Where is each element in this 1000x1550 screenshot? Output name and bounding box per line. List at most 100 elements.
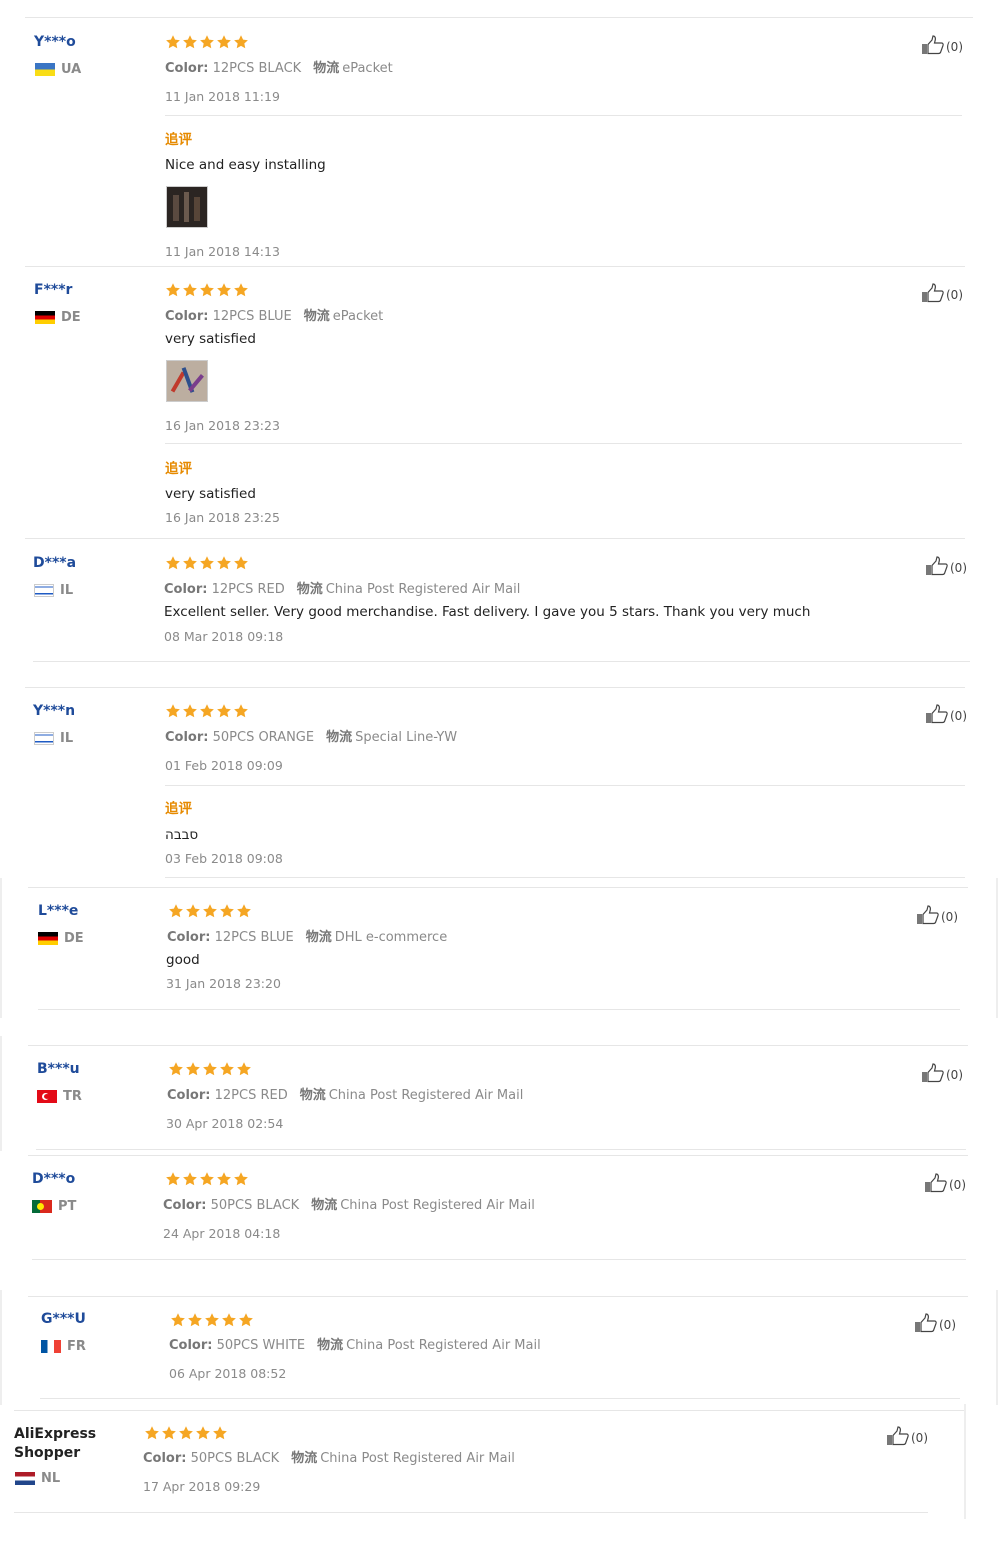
order-attributes: Color: 50PCS BLACK 物流 China Post Registere… [143,1451,515,1466]
review-text: good [166,952,200,968]
rating-stars [165,1171,249,1191]
followup-label: 追评 [165,461,192,477]
star-icon [216,34,232,54]
like-button[interactable]: (0) [916,905,958,928]
review-date: 31 Jan 2018 23:20 [166,976,281,991]
review-date: 30 Apr 2018 02:54 [166,1116,284,1131]
reviewer-name-line: AliExpress [14,1426,97,1442]
reviewer-country: NL [15,1471,60,1486]
review-date: 08 Mar 2018 09:18 [164,629,284,644]
flag-il-icon [34,584,54,597]
rating-stars [170,1312,254,1332]
like-button[interactable]: (0) [925,556,967,579]
like-button[interactable]: (0) [914,1313,956,1336]
star-icon [236,903,252,923]
reviewer-country: TR [37,1089,82,1104]
followup-text: very satisfied [165,486,256,502]
order-attributes: Color: 12PCS BLUE 物流 ePacket [165,309,384,324]
star-icon [199,34,215,54]
review-divider [165,877,965,878]
order-attributes: Color: 12PCS BLUE 物流 DHL e-commerce [167,930,448,945]
flag-nl-icon [15,1472,35,1485]
rating-stars [165,34,249,54]
thumbs-up-icon [921,35,946,58]
flag-tr-icon [37,1090,57,1103]
star-icon [238,1312,254,1332]
review-date: 16 Jan 2018 23:23 [165,418,280,433]
review-divider [28,1155,968,1156]
reviewer-country: DE [38,931,84,946]
star-icon [165,34,181,54]
star-icon [233,703,249,723]
reviewer-name: AliExpress Shopper [14,1425,96,1463]
star-icon [233,34,249,54]
review-photo[interactable] [166,186,208,228]
like-button[interactable]: (0) [925,704,967,727]
reviewer-name: Y***o [34,34,76,50]
review-divider [25,538,965,539]
followup-date: 11 Jan 2018 14:13 [165,244,280,259]
star-icon [233,555,249,575]
like-button[interactable]: (0) [924,1173,966,1196]
star-icon [161,1425,177,1445]
star-icon [216,703,232,723]
star-icon [202,903,218,923]
star-icon [216,1171,232,1191]
reviewer-name: Y***n [33,703,76,719]
star-icon [165,282,181,302]
star-icon [182,703,198,723]
followup-date: 16 Jan 2018 23:25 [165,510,280,525]
flag-pt-icon [32,1200,52,1213]
flag-fr-icon [41,1340,61,1353]
star-icon [199,555,215,575]
star-icon [185,1061,201,1081]
star-icon [170,1312,186,1332]
star-icon [236,1061,252,1081]
reviewer-country: UA [35,62,81,77]
followup-date: 03 Feb 2018 09:08 [165,851,283,866]
reviewer-country: IL [34,583,73,598]
screenshot-edge [0,1036,2,1151]
review-divider [38,1009,960,1010]
reviewer-name-line: Shopper [14,1445,81,1461]
review-divider [25,266,965,267]
reviewer-country: FR [41,1339,86,1354]
followup-text: Nice and easy installing [165,157,326,173]
reviewer-name: L***e [38,903,79,919]
rating-stars [168,1061,252,1081]
reviewer-name: F***r [34,282,73,298]
star-icon [165,703,181,723]
star-icon [195,1425,211,1445]
like-button[interactable]: (0) [921,1063,963,1086]
flag-il-icon [34,732,54,745]
star-icon [233,282,249,302]
review-divider [14,1512,928,1513]
like-button[interactable]: (0) [886,1426,928,1449]
review-divider [28,1045,968,1046]
review-text: very satisfied [165,331,256,347]
flag-ua-icon [35,63,55,76]
rating-stars [168,903,252,923]
order-attributes: Color: 12PCS RED 物流 China Post Registered … [164,582,521,597]
star-icon [219,903,235,923]
review-date: 01 Feb 2018 09:09 [165,758,283,773]
star-icon [185,903,201,923]
like-button[interactable]: (0) [921,35,963,58]
star-icon [182,555,198,575]
review-photo[interactable] [166,360,208,402]
star-icon [165,555,181,575]
star-icon [202,1061,218,1081]
rating-stars [144,1425,228,1445]
order-attributes: Color: 50PCS BLACK 物流 China Post Registere… [163,1198,535,1213]
flag-de-icon [35,311,55,324]
review-divider [28,887,968,888]
screenshot-edge [996,878,998,1018]
reviewer-name: G***U [41,1311,86,1327]
review-divider [14,1410,964,1411]
like-button[interactable]: (0) [921,283,963,306]
order-attributes: Color: 50PCS ORANGE 物流 Special Line-YW [165,730,458,745]
screenshot-edge [964,1404,966,1519]
followup-divider [165,443,962,444]
star-icon [144,1425,160,1445]
order-attributes: Color: 12PCS RED 物流 China Post Registered … [167,1088,524,1103]
